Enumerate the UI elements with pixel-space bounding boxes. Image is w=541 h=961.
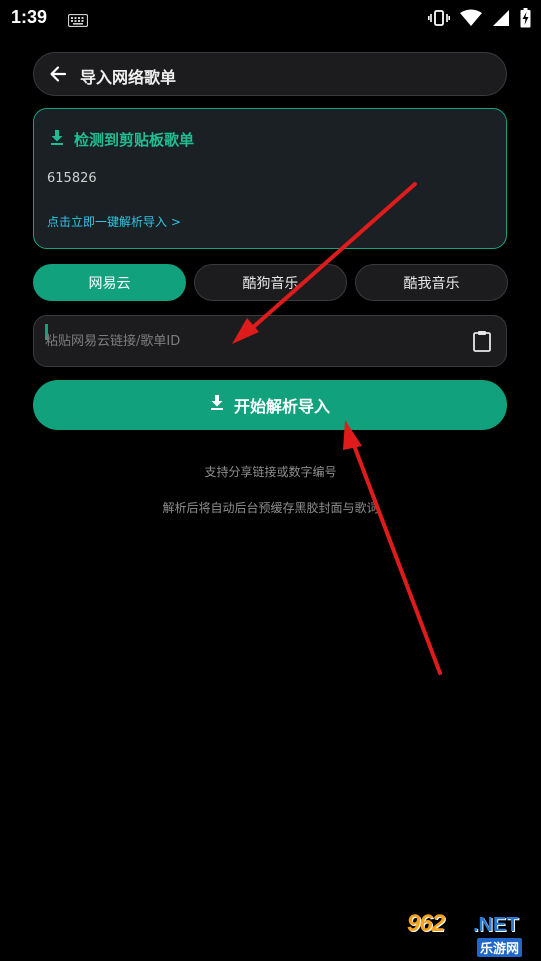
header-bar: 导入网络歌单 [33, 52, 507, 96]
wifi-icon [460, 9, 482, 31]
arrow-left-icon[interactable] [48, 64, 68, 88]
status-time: 1:39 [11, 7, 48, 27]
download-icon [210, 395, 224, 415]
start-import-label: 开始解析导入 [233, 397, 330, 416]
status-bar: 1:39 [0, 0, 541, 36]
tab-kugou[interactable]: 酷狗音乐 [194, 264, 347, 301]
vibrate-icon [428, 9, 450, 31]
watermark-suffix: .NET [473, 914, 519, 936]
page-title: 导入网络歌单 [80, 68, 177, 87]
clipboard-icon[interactable] [472, 330, 492, 356]
clipboard-playlist-card[interactable]: 检测到剪贴板歌单 615826 点击立即一键解析导入 > [33, 108, 507, 249]
watermark-subtitle: 乐游网 [477, 938, 523, 957]
download-icon [50, 130, 64, 150]
link-input-container [33, 315, 507, 367]
clipboard-playlist-id: 615826 [47, 171, 97, 186]
signal-icon [492, 9, 510, 31]
battery-charging-icon [520, 8, 531, 32]
start-import-button[interactable]: 开始解析导入 [33, 380, 507, 430]
hint-text-2: 解析后将自动后台预缓存黑胶封面与歌词 [162, 501, 379, 515]
quick-import-link[interactable]: 点击立即一键解析导入 > [47, 213, 181, 230]
playlist-link-input[interactable] [45, 330, 445, 352]
tab-netease[interactable]: 网易云 [33, 264, 186, 301]
clipboard-card-title: 检测到剪贴板歌单 [74, 131, 195, 149]
tab-kuwo[interactable]: 酷我音乐 [355, 264, 508, 301]
watermark-number: 962 [407, 910, 445, 937]
keyboard-icon [67, 12, 89, 31]
annotation-arrow-to-button [343, 420, 442, 675]
site-watermark: 962 .NET 乐游网 [399, 908, 541, 961]
hint-text-1: 支持分享链接或数字编号 [204, 465, 337, 479]
